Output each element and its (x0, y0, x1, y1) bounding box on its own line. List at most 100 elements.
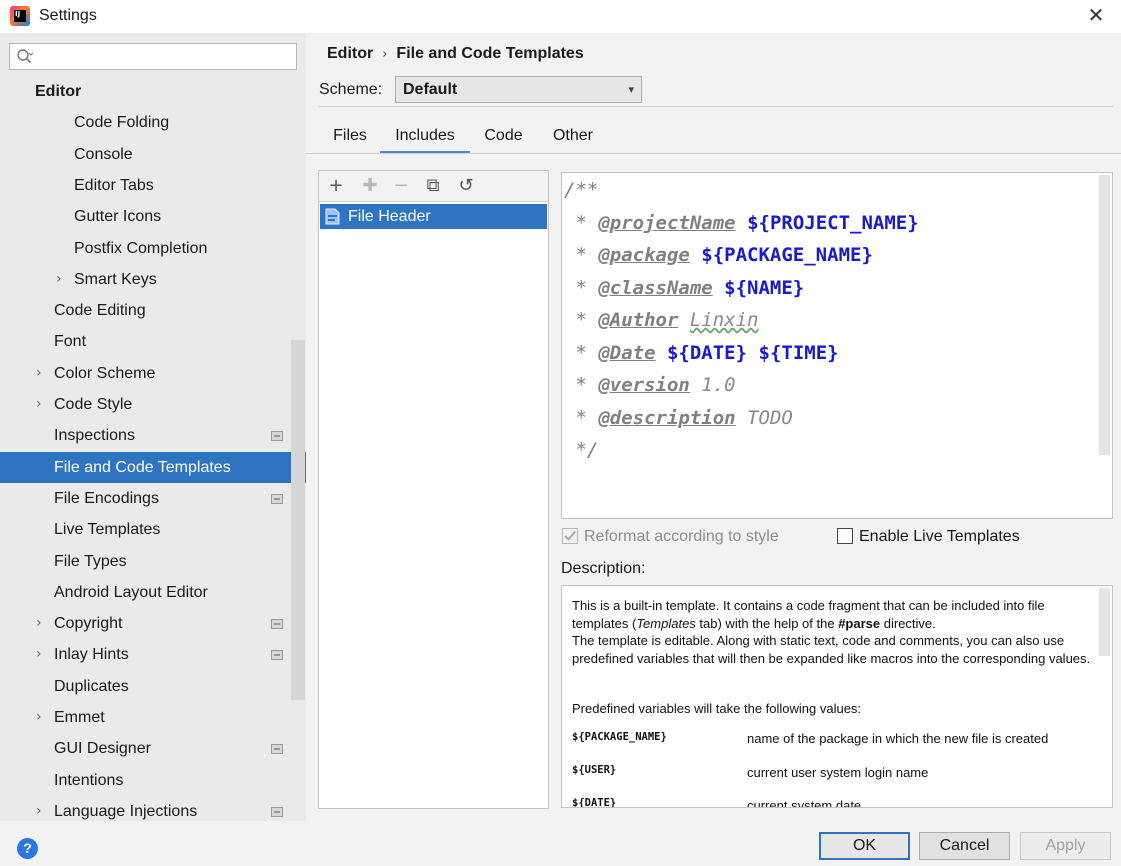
code-line: * @version 1.0 (564, 374, 736, 396)
sidebar-item-code-editing[interactable]: Code Editing (0, 295, 306, 326)
live-templates-label: Enable Live Templates (859, 528, 1020, 545)
sidebar-item-file-and-code-templates[interactable]: File and Code Templates (0, 451, 306, 483)
add-icon[interactable]: + (326, 176, 346, 196)
title-bar: IJ Settings ✕ (0, 0, 1121, 33)
description-scrollbar[interactable] (1099, 588, 1110, 656)
remove-icon[interactable]: − (391, 176, 411, 196)
close-icon[interactable]: ✕ (1085, 4, 1107, 26)
sidebar-item-postfix-completion[interactable]: Postfix Completion (0, 233, 306, 264)
reset-icon[interactable]: ↺ (456, 176, 476, 196)
reformat-label: Reformat according to style (584, 528, 779, 545)
breadcrumb-separator-icon: › (382, 47, 388, 62)
tab-files[interactable]: Files (326, 127, 374, 154)
sidebar-item-label: Editor (35, 83, 82, 100)
cancel-button[interactable]: Cancel (919, 832, 1010, 860)
breadcrumb-parent[interactable]: Editor (327, 45, 373, 62)
sidebar-item-editor[interactable]: Editor (0, 76, 306, 107)
project-level-icon (271, 650, 283, 661)
sidebar-item-editor-tabs[interactable]: Editor Tabs (0, 170, 306, 201)
help-icon[interactable]: ? (17, 838, 38, 859)
sidebar-item-inlay-hints[interactable]: › Inlay Hints (0, 639, 306, 670)
chevron-right-icon[interactable]: › (36, 389, 46, 420)
chevron-right-icon[interactable]: › (36, 702, 46, 733)
project-level-icon (271, 431, 283, 442)
sidebar-item-live-templates[interactable]: Live Templates (0, 514, 306, 545)
sidebar-item-label: Gutter Icons (74, 208, 162, 226)
live-templates-checkbox[interactable] (837, 528, 853, 544)
reformat-checkbox[interactable] (562, 528, 578, 544)
sidebar-item-intentions[interactable]: Intentions (0, 765, 306, 796)
sidebar-item-label: Console (74, 145, 133, 163)
sidebar-item-label: Inspections (54, 427, 135, 445)
settings-sidebar: Editor Code Folding Console Editor Tabs Gutt… (0, 33, 306, 821)
sidebar-item-label: Android Layout Editor (54, 583, 208, 601)
chevron-right-icon[interactable]: › (56, 264, 66, 295)
sidebar-item-gui-designer[interactable]: GUI Designer (0, 733, 306, 764)
sidebar-item-copyright[interactable]: › Copyright (0, 608, 306, 639)
template-name: File Header (348, 208, 431, 225)
scheme-value: Default (403, 81, 458, 98)
sidebar-scrollbar[interactable] (291, 340, 305, 700)
templates-list-panel: + ✚ − ⧉ ↺ File Header (318, 170, 549, 809)
templates-toolbar: + ✚ − ⧉ ↺ (319, 171, 548, 202)
divider (318, 106, 1113, 107)
chevron-down-icon: ▾ (628, 83, 634, 96)
sidebar-item-console[interactable]: Console (0, 139, 306, 170)
sidebar-item-gutter-icons[interactable]: Gutter Icons (0, 201, 306, 232)
code-line: */ (564, 439, 599, 461)
add-child-icon[interactable]: ✚ (360, 176, 380, 196)
apply-button[interactable]: Apply (1020, 832, 1111, 860)
sidebar-item-label: Editor Tabs (74, 176, 154, 194)
sidebar-item-label: Code Editing (54, 302, 146, 320)
sidebar-item-label: Live Templates (54, 521, 161, 539)
tab-other[interactable]: Other (543, 127, 603, 154)
sidebar-item-code-folding[interactable]: Code Folding (0, 107, 306, 138)
sidebar-item-label: GUI Designer (54, 740, 151, 758)
copy-icon[interactable]: ⧉ (423, 176, 443, 196)
sidebar-item-language-injections[interactable]: › Language Injections (0, 796, 306, 827)
tab-includes[interactable]: Includes (380, 127, 470, 154)
sidebar-item-inspections[interactable]: Inspections (0, 420, 306, 451)
description-label: Description: (561, 560, 646, 577)
sidebar-item-code-style[interactable]: › Code Style (0, 389, 306, 420)
sidebar-item-file-types[interactable]: File Types (0, 546, 306, 577)
project-level-icon (271, 806, 283, 817)
sidebar-item-label: Font (54, 333, 87, 351)
variable-name: ${DATE} (572, 797, 617, 808)
variable-description: current system date (747, 798, 862, 808)
code-line: * @projectName ${PROJECT_NAME} (564, 212, 919, 234)
scheme-dropdown[interactable]: Default ▾ (395, 76, 642, 103)
sidebar-item-smart-keys[interactable]: › Smart Keys (0, 264, 306, 295)
sidebar-item-emmet[interactable]: › Emmet (0, 702, 306, 733)
sidebar-item-file-encodings[interactable]: File Encodings (0, 483, 306, 514)
search-input[interactable] (9, 43, 297, 70)
chevron-right-icon[interactable]: › (36, 796, 46, 827)
sidebar-item-label: File Encodings (54, 489, 159, 507)
breadcrumb: Editor › File and Code Templates (327, 45, 584, 63)
variable-description: name of the package in which the new fil… (747, 731, 1049, 746)
description-paragraph: This is a built-in template. It contains… (572, 598, 1045, 631)
window-title: Settings (39, 7, 97, 24)
ok-button[interactable]: OK (819, 832, 910, 860)
project-level-icon (271, 744, 283, 755)
sidebar-item-label: Color Scheme (54, 364, 156, 382)
code-line: * @Author Linxin (564, 309, 759, 331)
editor-scrollbar[interactable] (1099, 175, 1110, 455)
chevron-right-icon[interactable]: › (36, 639, 46, 670)
sidebar-item-label: Language Injections (54, 802, 198, 820)
chevron-right-icon[interactable]: › (36, 358, 46, 389)
tab-code[interactable]: Code (476, 127, 531, 154)
breadcrumb-current: File and Code Templates (396, 45, 584, 62)
sidebar-item-color-scheme[interactable]: › Color Scheme (0, 358, 306, 389)
sidebar-item-label: Postfix Completion (74, 239, 208, 257)
description-panel: This is a built-in template. It contains… (561, 585, 1113, 808)
sidebar-item-font[interactable]: Font (0, 326, 306, 357)
sidebar-item-label: Duplicates (54, 677, 129, 695)
sidebar-item-duplicates[interactable]: Duplicates (0, 671, 306, 702)
chevron-right-icon[interactable]: › (36, 608, 46, 639)
template-code-editor[interactable]: /** * @projectName ${PROJECT_NAME} * @pa… (561, 172, 1113, 519)
variable-description: current user system login name (747, 765, 929, 780)
description-paragraph: The template is editable. Along with sta… (572, 633, 1091, 666)
sidebar-item-android-layout-editor[interactable]: Android Layout Editor (0, 577, 306, 608)
list-item-file-header[interactable]: File Header (320, 204, 547, 229)
